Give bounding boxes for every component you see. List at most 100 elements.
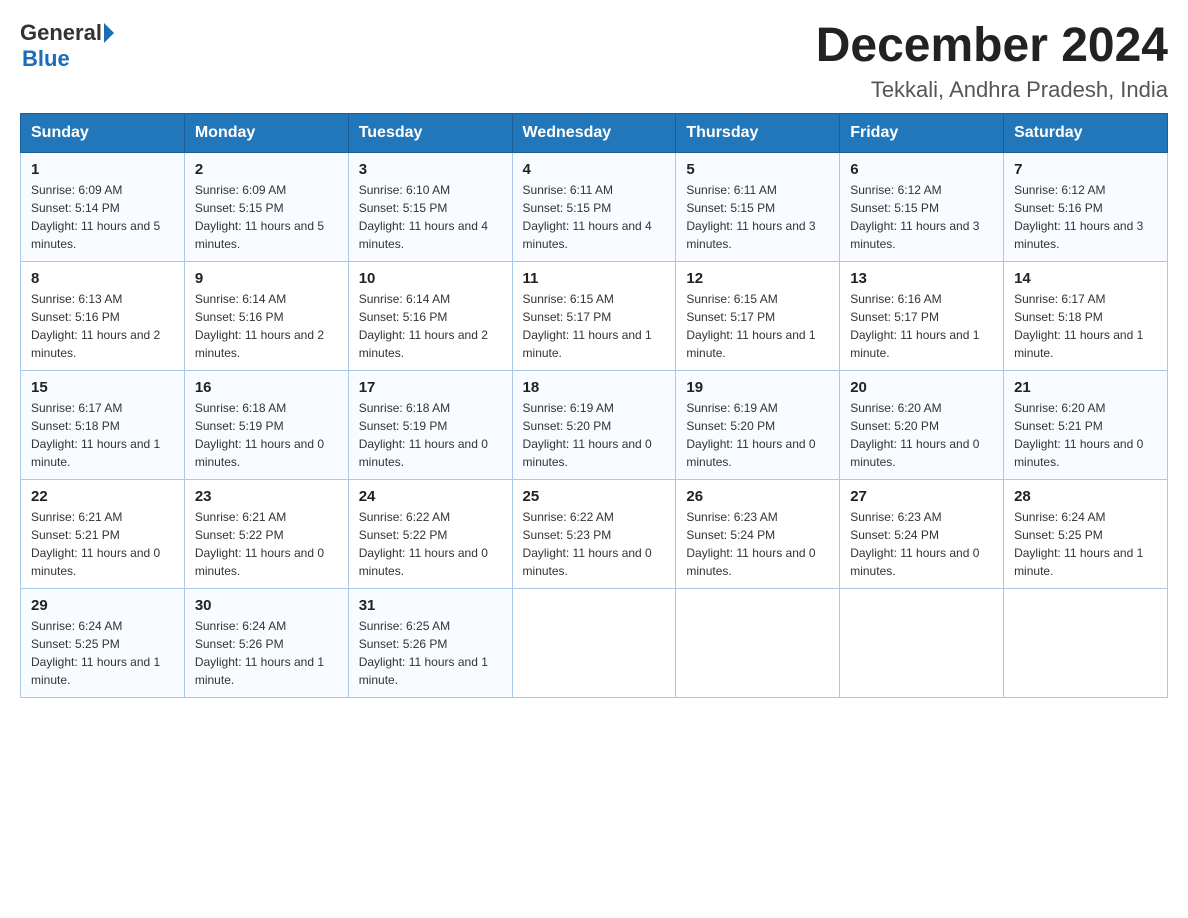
day-info: Sunrise: 6:25 AMSunset: 5:26 PMDaylight:… xyxy=(359,617,502,689)
day-number: 25 xyxy=(523,488,666,505)
calendar-week-row: 22Sunrise: 6:21 AMSunset: 5:21 PMDayligh… xyxy=(21,479,1168,588)
calendar-cell: 28 Sunrise: 6:24 AMSunset: 5:25 PMDayligh… xyxy=(1004,479,1168,588)
month-title: December 2024 xyxy=(816,20,1168,73)
day-number: 6 xyxy=(850,161,993,178)
day-info: Sunrise: 6:14 AMSunset: 5:16 PMDaylight:… xyxy=(359,290,502,362)
day-info: Sunrise: 6:24 AMSunset: 5:25 PMDaylight:… xyxy=(1014,508,1157,580)
calendar-day-header: Friday xyxy=(840,113,1004,152)
calendar-cell: 11Sunrise: 6:15 AMSunset: 5:17 PMDayligh… xyxy=(512,261,676,370)
location-title: Tekkali, Andhra Pradesh, India xyxy=(816,77,1168,103)
calendar-cell: 6 Sunrise: 6:12 AMSunset: 5:15 PMDaylight… xyxy=(840,152,1004,261)
calendar-day-header: Monday xyxy=(184,113,348,152)
day-number: 30 xyxy=(195,597,338,614)
day-info: Sunrise: 6:14 AMSunset: 5:16 PMDaylight:… xyxy=(195,290,338,362)
calendar-cell: 27 Sunrise: 6:23 AMSunset: 5:24 PMDayligh… xyxy=(840,479,1004,588)
day-info: Sunrise: 6:17 AMSunset: 5:18 PMDaylight:… xyxy=(31,399,174,471)
title-block: December 2024 Tekkali, Andhra Pradesh, I… xyxy=(816,20,1168,103)
calendar-cell: 26 Sunrise: 6:23 AMSunset: 5:24 PMDayligh… xyxy=(676,479,840,588)
day-number: 27 xyxy=(850,488,993,505)
day-info: Sunrise: 6:10 AMSunset: 5:15 PMDaylight:… xyxy=(359,181,502,253)
day-info: Sunrise: 6:13 AMSunset: 5:16 PMDaylight:… xyxy=(31,290,174,362)
day-info: Sunrise: 6:17 AMSunset: 5:18 PMDaylight:… xyxy=(1014,290,1157,362)
day-info: Sunrise: 6:23 AMSunset: 5:24 PMDaylight:… xyxy=(686,508,829,580)
page-header: General Blue December 2024 Tekkali, Andh… xyxy=(20,20,1168,103)
calendar-cell: 5 Sunrise: 6:11 AMSunset: 5:15 PMDaylight… xyxy=(676,152,840,261)
logo-general-text: General xyxy=(20,20,102,46)
calendar-week-row: 15 Sunrise: 6:17 AMSunset: 5:18 PMDayligh… xyxy=(21,370,1168,479)
calendar-cell: 12Sunrise: 6:15 AMSunset: 5:17 PMDayligh… xyxy=(676,261,840,370)
day-number: 17 xyxy=(359,379,502,396)
day-info: Sunrise: 6:23 AMSunset: 5:24 PMDaylight:… xyxy=(850,508,993,580)
calendar-cell: 23 Sunrise: 6:21 AMSunset: 5:22 PMDayligh… xyxy=(184,479,348,588)
day-number: 12 xyxy=(686,270,829,287)
calendar-cell: 31Sunrise: 6:25 AMSunset: 5:26 PMDayligh… xyxy=(348,588,512,697)
day-info: Sunrise: 6:09 AMSunset: 5:14 PMDaylight:… xyxy=(31,181,174,253)
day-info: Sunrise: 6:18 AMSunset: 5:19 PMDaylight:… xyxy=(359,399,502,471)
day-info: Sunrise: 6:19 AMSunset: 5:20 PMDaylight:… xyxy=(686,399,829,471)
day-number: 15 xyxy=(31,379,174,396)
calendar-cell xyxy=(840,588,1004,697)
logo: General Blue xyxy=(20,20,116,72)
day-number: 7 xyxy=(1014,161,1157,178)
calendar-day-header: Tuesday xyxy=(348,113,512,152)
day-number: 16 xyxy=(195,379,338,396)
calendar-cell: 7 Sunrise: 6:12 AMSunset: 5:16 PMDaylight… xyxy=(1004,152,1168,261)
calendar-cell: 2 Sunrise: 6:09 AMSunset: 5:15 PMDaylight… xyxy=(184,152,348,261)
day-info: Sunrise: 6:20 AMSunset: 5:21 PMDaylight:… xyxy=(1014,399,1157,471)
calendar-day-header: Thursday xyxy=(676,113,840,152)
calendar-cell xyxy=(512,588,676,697)
day-info: Sunrise: 6:12 AMSunset: 5:16 PMDaylight:… xyxy=(1014,181,1157,253)
day-number: 14 xyxy=(1014,270,1157,287)
calendar-cell: 13 Sunrise: 6:16 AMSunset: 5:17 PMDayligh… xyxy=(840,261,1004,370)
day-number: 13 xyxy=(850,270,993,287)
calendar-cell: 3Sunrise: 6:10 AMSunset: 5:15 PMDaylight… xyxy=(348,152,512,261)
day-number: 8 xyxy=(31,270,174,287)
calendar-cell: 10 Sunrise: 6:14 AMSunset: 5:16 PMDayligh… xyxy=(348,261,512,370)
calendar-cell: 18 Sunrise: 6:19 AMSunset: 5:20 PMDayligh… xyxy=(512,370,676,479)
calendar-cell: 4Sunrise: 6:11 AMSunset: 5:15 PMDaylight… xyxy=(512,152,676,261)
calendar-cell: 9Sunrise: 6:14 AMSunset: 5:16 PMDaylight… xyxy=(184,261,348,370)
calendar-cell: 14 Sunrise: 6:17 AMSunset: 5:18 PMDayligh… xyxy=(1004,261,1168,370)
day-number: 23 xyxy=(195,488,338,505)
day-info: Sunrise: 6:18 AMSunset: 5:19 PMDaylight:… xyxy=(195,399,338,471)
day-number: 18 xyxy=(523,379,666,396)
calendar-cell: 29Sunrise: 6:24 AMSunset: 5:25 PMDayligh… xyxy=(21,588,185,697)
day-info: Sunrise: 6:16 AMSunset: 5:17 PMDaylight:… xyxy=(850,290,993,362)
day-number: 26 xyxy=(686,488,829,505)
calendar-day-header: Sunday xyxy=(21,113,185,152)
calendar-table: SundayMondayTuesdayWednesdayThursdayFrid… xyxy=(20,113,1168,698)
day-number: 2 xyxy=(195,161,338,178)
day-info: Sunrise: 6:19 AMSunset: 5:20 PMDaylight:… xyxy=(523,399,666,471)
day-number: 10 xyxy=(359,270,502,287)
calendar-cell: 1Sunrise: 6:09 AMSunset: 5:14 PMDaylight… xyxy=(21,152,185,261)
calendar-cell: 17 Sunrise: 6:18 AMSunset: 5:19 PMDayligh… xyxy=(348,370,512,479)
calendar-day-header: Saturday xyxy=(1004,113,1168,152)
day-info: Sunrise: 6:15 AMSunset: 5:17 PMDaylight:… xyxy=(523,290,666,362)
day-info: Sunrise: 6:22 AMSunset: 5:22 PMDaylight:… xyxy=(359,508,502,580)
calendar-cell: 22Sunrise: 6:21 AMSunset: 5:21 PMDayligh… xyxy=(21,479,185,588)
calendar-cell: 24 Sunrise: 6:22 AMSunset: 5:22 PMDayligh… xyxy=(348,479,512,588)
day-number: 20 xyxy=(850,379,993,396)
logo-blue-text: Blue xyxy=(22,46,70,71)
day-number: 24 xyxy=(359,488,502,505)
calendar-cell: 25 Sunrise: 6:22 AMSunset: 5:23 PMDayligh… xyxy=(512,479,676,588)
day-number: 5 xyxy=(686,161,829,178)
day-info: Sunrise: 6:21 AMSunset: 5:22 PMDaylight:… xyxy=(195,508,338,580)
day-info: Sunrise: 6:24 AMSunset: 5:26 PMDaylight:… xyxy=(195,617,338,689)
day-number: 28 xyxy=(1014,488,1157,505)
day-info: Sunrise: 6:09 AMSunset: 5:15 PMDaylight:… xyxy=(195,181,338,253)
calendar-week-row: 1Sunrise: 6:09 AMSunset: 5:14 PMDaylight… xyxy=(21,152,1168,261)
calendar-cell: 8 Sunrise: 6:13 AMSunset: 5:16 PMDaylight… xyxy=(21,261,185,370)
calendar-cell xyxy=(676,588,840,697)
calendar-cell: 21 Sunrise: 6:20 AMSunset: 5:21 PMDayligh… xyxy=(1004,370,1168,479)
day-info: Sunrise: 6:12 AMSunset: 5:15 PMDaylight:… xyxy=(850,181,993,253)
calendar-cell: 19Sunrise: 6:19 AMSunset: 5:20 PMDayligh… xyxy=(676,370,840,479)
day-info: Sunrise: 6:11 AMSunset: 5:15 PMDaylight:… xyxy=(686,181,829,253)
day-number: 21 xyxy=(1014,379,1157,396)
day-info: Sunrise: 6:24 AMSunset: 5:25 PMDaylight:… xyxy=(31,617,174,689)
day-number: 4 xyxy=(523,161,666,178)
day-info: Sunrise: 6:22 AMSunset: 5:23 PMDaylight:… xyxy=(523,508,666,580)
calendar-cell: 30 Sunrise: 6:24 AMSunset: 5:26 PMDayligh… xyxy=(184,588,348,697)
day-number: 22 xyxy=(31,488,174,505)
calendar-header-row: SundayMondayTuesdayWednesdayThursdayFrid… xyxy=(21,113,1168,152)
